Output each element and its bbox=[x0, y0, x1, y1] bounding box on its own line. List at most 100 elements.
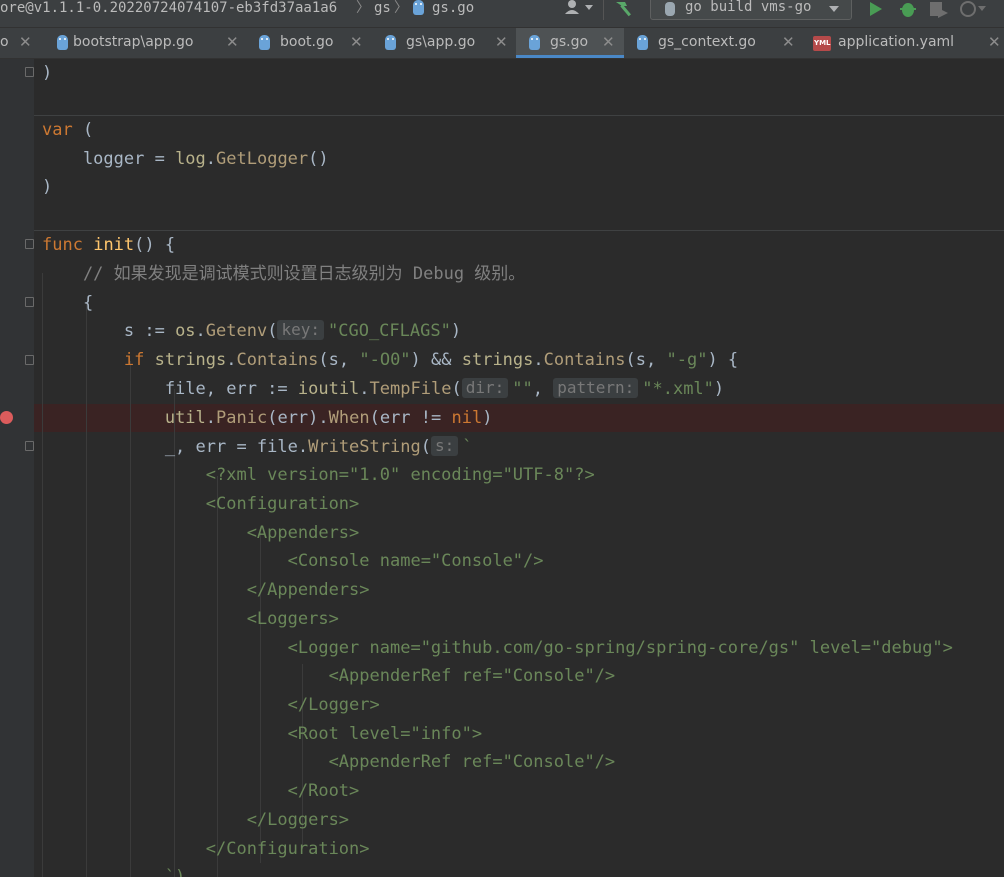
code-token: func bbox=[42, 235, 83, 255]
fold-icon[interactable] bbox=[25, 355, 34, 365]
code-editor[interactable]: ) var ( logger = log.GetLogger() ) func … bbox=[34, 59, 1004, 877]
editor-gutter[interactable] bbox=[0, 59, 34, 877]
tab-label: gs\app.go bbox=[406, 34, 476, 50]
go-file-icon bbox=[413, 0, 424, 15]
close-icon[interactable]: ✕ bbox=[226, 34, 239, 51]
tab-gs-context-go[interactable]: gs_context.go ✕ bbox=[624, 28, 804, 58]
code-token: strings bbox=[154, 350, 227, 370]
tab-bootstrap-app-go[interactable]: bootstrap\app.go ✕ bbox=[40, 28, 246, 58]
code-string: ` bbox=[462, 437, 473, 457]
code-line: <Root level="info"> bbox=[42, 724, 483, 744]
tab-application-yaml[interactable]: YML application.yaml ✕ bbox=[804, 28, 1004, 58]
build-hammer-icon[interactable] bbox=[613, 0, 637, 20]
fold-icon[interactable] bbox=[25, 239, 34, 249]
code-token: ioutil bbox=[297, 379, 360, 399]
code-token: TempFile bbox=[369, 379, 452, 399]
code-line: </Logger> bbox=[42, 695, 380, 715]
code-line-breakpoint: util.Panic(err).When(err != nil) bbox=[42, 404, 493, 432]
navigation-bar: ore@v1.1.1-0.20220724074107-eb3fd37aa1a6… bbox=[0, 0, 1004, 28]
breadcrumb-dir[interactable]: gs bbox=[374, 0, 391, 27]
code-token: (err != bbox=[369, 408, 452, 428]
breadcrumb-file[interactable]: gs.go bbox=[432, 0, 474, 27]
code-token: nil bbox=[451, 408, 483, 428]
go-gopher-icon bbox=[57, 35, 68, 50]
close-icon[interactable]: ✕ bbox=[988, 34, 1001, 51]
code-line: </Loggers> bbox=[42, 810, 350, 830]
code-token: logger = bbox=[42, 149, 176, 169]
profile-icon[interactable] bbox=[958, 0, 988, 20]
code-string: "*.xml" bbox=[642, 379, 714, 399]
code-token: ( bbox=[72, 120, 94, 140]
tab-label: o bbox=[0, 34, 9, 50]
code-token: WriteString bbox=[308, 437, 421, 457]
breakpoint-icon[interactable] bbox=[0, 411, 13, 424]
run-configuration-label: go build vms-go bbox=[685, 0, 812, 15]
code-token: _, err = file. bbox=[42, 437, 309, 457]
tab-boot-go[interactable]: boot.go ✕ bbox=[246, 28, 376, 58]
code-line: func init() { bbox=[42, 231, 175, 259]
code-line: logger = log.GetLogger() bbox=[42, 145, 329, 173]
close-icon[interactable]: ✕ bbox=[782, 34, 795, 51]
code-token: { bbox=[42, 293, 94, 313]
code-token: util bbox=[164, 408, 206, 428]
code-token: ( bbox=[420, 437, 431, 457]
code-line: <Logger name="github.com/go-spring/sprin… bbox=[42, 638, 953, 658]
toolbar-divider bbox=[603, 0, 604, 20]
code-line: <AppenderRef ref="Console"/> bbox=[42, 666, 616, 686]
run-icon[interactable] bbox=[866, 0, 886, 20]
go-gopher-icon bbox=[529, 35, 540, 50]
user-icon[interactable] bbox=[562, 0, 596, 20]
close-icon[interactable]: ✕ bbox=[495, 34, 508, 51]
code-line: <AppenderRef ref="Console"/> bbox=[42, 752, 616, 772]
debug-icon[interactable] bbox=[898, 0, 918, 20]
code-token: GetLogger bbox=[216, 149, 309, 169]
code-token: (s, bbox=[625, 350, 667, 370]
code-line: <?xml version="1.0" encoding="UTF-8"?> bbox=[42, 465, 595, 485]
code-line: { bbox=[42, 289, 93, 317]
code-token: ( bbox=[451, 379, 462, 399]
fold-icon[interactable] bbox=[25, 441, 34, 451]
code-token: Panic bbox=[216, 408, 268, 428]
fold-icon[interactable] bbox=[25, 67, 34, 77]
code-line: var ( bbox=[42, 116, 93, 144]
code-token: () bbox=[308, 149, 329, 169]
tab-label: bootstrap\app.go bbox=[73, 34, 194, 50]
run-configuration-select[interactable]: go build vms-go bbox=[650, 0, 852, 20]
code-token: ) && bbox=[410, 350, 462, 370]
code-line: </Appenders> bbox=[42, 580, 370, 600]
code-token: (err). bbox=[267, 408, 329, 428]
tab-gs-app-go[interactable]: gs\app.go ✕ bbox=[376, 28, 516, 58]
breadcrumb-separator-icon: 〉 bbox=[394, 0, 408, 16]
breadcrumb-module[interactable]: ore@v1.1.1-0.20220724074107-eb3fd37aa1a6 bbox=[0, 0, 337, 27]
tab-gs-go[interactable]: gs.go ✕ bbox=[516, 28, 624, 58]
code-token: log bbox=[175, 149, 206, 169]
code-line: </Configuration> bbox=[42, 839, 370, 859]
go-gopher-icon bbox=[259, 35, 270, 50]
coverage-icon[interactable] bbox=[928, 0, 950, 20]
code-token: Contains bbox=[236, 350, 319, 370]
chevron-down-icon bbox=[829, 6, 839, 12]
code-token: . bbox=[205, 149, 217, 169]
gopher-config-icon bbox=[665, 2, 675, 16]
code-token: . bbox=[195, 321, 206, 341]
code-line: <Configuration> bbox=[42, 494, 360, 514]
tab-o[interactable]: o ✕ bbox=[0, 28, 40, 58]
code-token: ) { bbox=[707, 350, 739, 370]
code-line: ) bbox=[42, 173, 52, 201]
code-token: When bbox=[328, 408, 370, 428]
code-line: // 如果发现是调试模式则设置日志级别为 Debug 级别。 bbox=[42, 260, 525, 288]
close-icon[interactable]: ✕ bbox=[19, 34, 32, 51]
code-line: <Appenders> bbox=[42, 523, 360, 543]
code-token: strings bbox=[461, 350, 534, 370]
code-line: if strings.Contains(s, "-O0") && strings… bbox=[42, 346, 738, 374]
method-separator bbox=[34, 115, 1004, 116]
code-token: ) bbox=[482, 408, 493, 428]
close-icon[interactable]: ✕ bbox=[602, 34, 615, 51]
fold-icon[interactable] bbox=[25, 297, 34, 307]
close-icon[interactable]: ✕ bbox=[350, 34, 363, 51]
parameter-hint: key: bbox=[277, 320, 324, 340]
tab-label: application.yaml bbox=[838, 34, 955, 50]
code-token: ) bbox=[42, 177, 53, 197]
